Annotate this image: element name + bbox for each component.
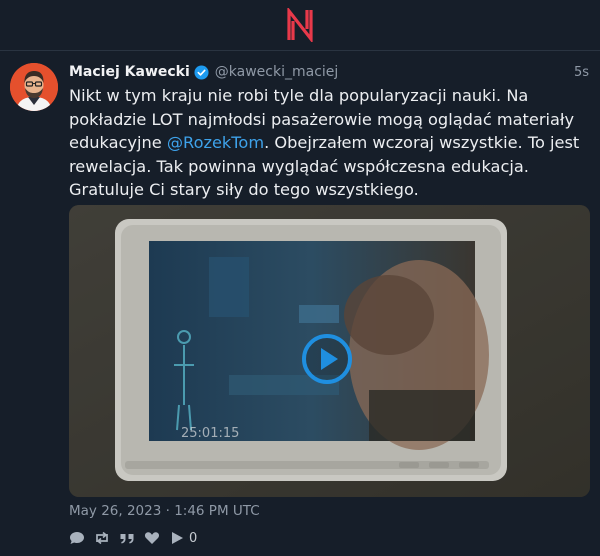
comment-icon[interactable] [69,531,85,545]
play-icon[interactable] [301,333,353,385]
verified-badge-icon [194,64,209,80]
author-handle[interactable]: @kawecki_maciej [215,64,339,80]
nitter-logo-icon[interactable] [285,8,315,42]
mention-link[interactable]: @RozekTom [167,133,264,152]
avatar[interactable] [10,63,58,111]
video-thumbnail[interactable]: 25:01:15 [69,205,590,497]
video-overlay-timestamp: 25:01:15 [181,426,239,441]
tweet-text: Nikt w tym kraju nie robi tyle dla popul… [69,84,591,202]
quote-icon[interactable] [119,531,135,545]
tweet-date[interactable]: May 26, 2023 · 1:46 PM UTC [69,503,260,519]
tweet-header: Maciej Kawecki @kawecki_maciej 5s [69,62,589,82]
tweet-actions: 0 [69,529,197,547]
play-views-icon [172,532,183,544]
top-bar [0,0,600,51]
views-count: 0 [189,530,198,546]
author-name[interactable]: Maciej Kawecki [69,64,190,80]
heart-icon[interactable] [144,531,160,545]
tweet: Maciej Kawecki @kawecki_maciej 5s Nikt w… [0,51,600,556]
retweet-icon[interactable] [94,531,110,545]
tweet-time[interactable]: 5s [574,65,589,80]
